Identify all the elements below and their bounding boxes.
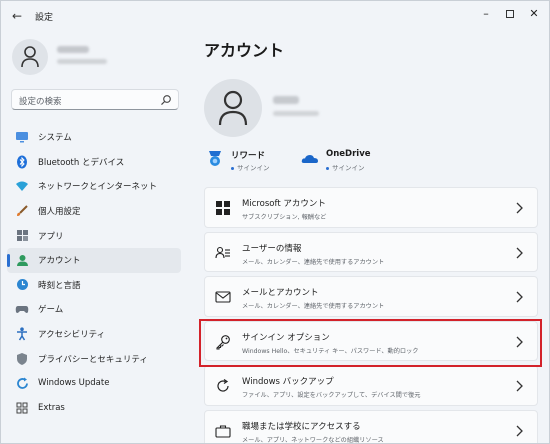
gaming-icon bbox=[15, 302, 29, 316]
sidebar-item-label: ネットワークとインターネット bbox=[38, 182, 158, 193]
user-name-redacted bbox=[57, 46, 89, 53]
sidebar-item-privacy-security[interactable]: プライバシーとセキュリティ bbox=[7, 346, 181, 371]
sidebar-item-bluetooth[interactable]: Bluetooth とデバイス bbox=[7, 150, 181, 175]
chevron-right-icon bbox=[516, 247, 523, 258]
person-icon bbox=[21, 46, 39, 68]
briefcase-icon bbox=[215, 424, 231, 438]
sidebar-item-personalization[interactable]: 個人用設定 bbox=[7, 199, 181, 224]
backup-icon bbox=[217, 379, 229, 392]
sidebar-item-extras[interactable]: Extras bbox=[7, 396, 181, 421]
account-name-redacted bbox=[273, 96, 299, 104]
search-input[interactable]: 設定の検索 bbox=[11, 89, 179, 110]
sign-in-options-highlight bbox=[199, 319, 542, 367]
network-icon bbox=[15, 179, 29, 193]
service-status: サインイン bbox=[326, 162, 365, 172]
card-title: 職場または学校にアクセスする bbox=[242, 421, 361, 432]
brush-icon bbox=[15, 204, 29, 218]
sidebar-item-apps[interactable]: アプリ bbox=[7, 223, 181, 248]
chevron-right-icon bbox=[516, 202, 523, 214]
search-icon[interactable] bbox=[160, 94, 172, 106]
account-avatar[interactable] bbox=[204, 79, 262, 137]
bluetooth-icon bbox=[15, 155, 29, 169]
sidebar-item-windows-update[interactable]: Windows Update bbox=[7, 371, 181, 396]
windows-backup-card[interactable]: Windows バックアップ ファイル、アプリ、設定をバックアップして、デバイス… bbox=[204, 365, 538, 406]
card-title: ユーザーの情報 bbox=[242, 243, 302, 254]
settings-list: Microsoft アカウント サブスクリプション, 報酬など ユーザーの情報 … bbox=[204, 187, 538, 444]
mail-icon bbox=[215, 291, 231, 303]
apps-icon bbox=[15, 229, 29, 243]
card-subtitle: サブスクリプション, 報酬など bbox=[242, 214, 327, 221]
account-email-redacted bbox=[273, 111, 319, 116]
update-icon bbox=[15, 376, 29, 390]
title-bar: ← 設定 – ✕ bbox=[1, 1, 549, 31]
chevron-right-icon bbox=[516, 380, 523, 392]
email-accounts-card[interactable]: メールとアカウント メール、カレンダー、連絡先で使用するアカウント bbox=[204, 276, 538, 317]
sidebar-item-network[interactable]: ネットワークとインターネット bbox=[7, 174, 181, 199]
sidebar-item-label: プライバシーとセキュリティ bbox=[38, 354, 148, 365]
app-title: 設定 bbox=[35, 13, 54, 23]
sidebar-item-accounts[interactable]: アカウント bbox=[7, 247, 181, 273]
chevron-right-icon bbox=[516, 291, 523, 303]
card-subtitle: ファイル、アプリ、設定をバックアップして、デバイス間で復元 bbox=[242, 392, 421, 399]
card-subtitle: メール、カレンダー、連絡先で使用するアカウント bbox=[242, 258, 385, 266]
sidebar-item-gaming[interactable]: ゲーム bbox=[7, 297, 181, 322]
sidebar-item-label: アカウント bbox=[38, 256, 81, 267]
avatar[interactable] bbox=[12, 39, 48, 75]
settings-window: ← 設定 – ✕ 設定の検索 システム Bluetooth とデバイス ネットワ… bbox=[0, 0, 550, 444]
card-title: Windows バックアップ bbox=[242, 377, 334, 387]
microsoft-account-card[interactable]: Microsoft アカウント サブスクリプション, 報酬など bbox=[204, 187, 538, 228]
sidebar-item-accessibility[interactable]: アクセシビリティ bbox=[7, 322, 181, 347]
card-subtitle: メール、アプリ、ネットワークなどの組織リソース bbox=[242, 436, 384, 444]
extras-icon bbox=[15, 401, 29, 415]
sidebar-item-label: 個人用設定 bbox=[38, 207, 81, 218]
sidebar-item-label: システム bbox=[38, 133, 72, 144]
person-icon bbox=[218, 90, 248, 126]
back-arrow-icon[interactable]: ← bbox=[9, 8, 25, 24]
card-subtitle: メール、カレンダー、連絡先で使用するアカウント bbox=[242, 303, 385, 310]
sidebar-item-label: Extras bbox=[38, 402, 65, 413]
user-email-redacted bbox=[57, 59, 107, 64]
system-icon bbox=[15, 130, 29, 144]
sidebar-item-time-language[interactable]: 時刻と言語 bbox=[7, 273, 181, 298]
user-info-icon bbox=[215, 246, 230, 258]
service-name: リワード bbox=[231, 151, 266, 161]
rewards-icon bbox=[209, 151, 221, 166]
account-icon bbox=[15, 253, 29, 267]
access-work-school-card[interactable]: 職場または学校にアクセスする メール、アプリ、ネットワークなどの組織リソース bbox=[204, 409, 538, 444]
maximize-button[interactable] bbox=[499, 5, 521, 23]
sidebar-item-label: Windows Update bbox=[38, 378, 110, 389]
card-title: メールとアカウント bbox=[242, 288, 319, 298]
your-info-card[interactable]: ユーザーの情報 メール、カレンダー、連絡先で使用するアカウント bbox=[204, 231, 538, 272]
sidebar-item-label: アプリ bbox=[38, 231, 64, 242]
service-status: サインイン bbox=[231, 162, 270, 172]
chevron-right-icon bbox=[516, 425, 523, 436]
close-button[interactable]: ✕ bbox=[523, 5, 545, 23]
minimize-button[interactable]: – bbox=[475, 5, 497, 23]
sidebar-item-label: アクセシビリティ bbox=[38, 330, 106, 341]
page-title: アカウント bbox=[204, 41, 285, 60]
onedrive-icon bbox=[301, 155, 318, 163]
shield-icon bbox=[15, 352, 29, 366]
microsoft-icon bbox=[216, 201, 230, 215]
sidebar-item-label: ゲーム bbox=[38, 305, 64, 316]
sidebar-nav: システム Bluetooth とデバイス ネットワークとインターネット 個人用設… bbox=[7, 125, 181, 420]
accessibility-icon bbox=[15, 327, 29, 341]
sidebar-item-label: Bluetooth とデバイス bbox=[38, 157, 125, 168]
card-title: Microsoft アカウント bbox=[242, 199, 326, 209]
sidebar-item-system[interactable]: システム bbox=[7, 125, 181, 150]
sidebar-item-label: 時刻と言語 bbox=[38, 280, 81, 291]
search-placeholder: 設定の検索 bbox=[19, 97, 62, 107]
time-language-icon bbox=[15, 278, 29, 292]
service-name: OneDrive bbox=[326, 149, 371, 159]
